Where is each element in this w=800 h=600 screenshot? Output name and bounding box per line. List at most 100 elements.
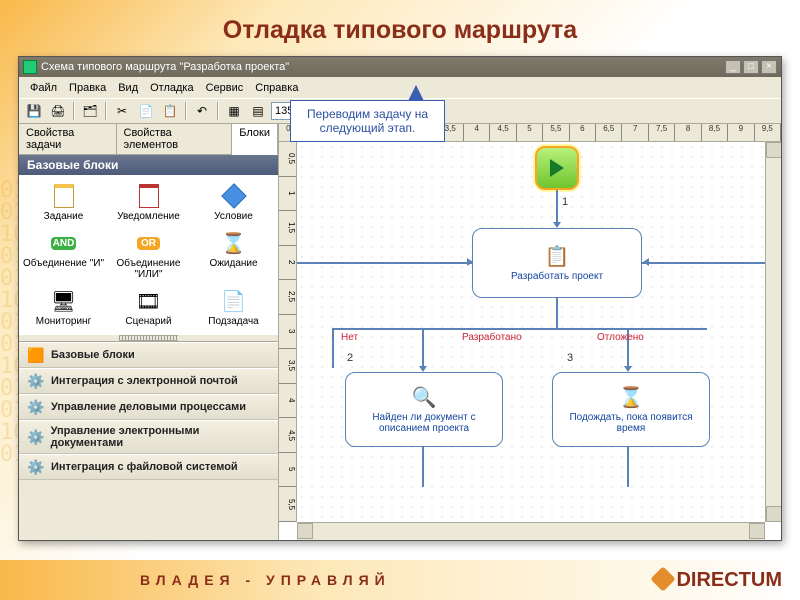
layout-icon[interactable]: ▤ [247,101,269,121]
node-label: Подождать, пока появится [569,412,692,423]
edge [422,328,424,368]
diagram-canvas[interactable]: 1 Разработать проект [297,142,765,522]
edge-num-3: 3 [567,352,573,364]
node-develop[interactable]: Разработать проект [472,228,642,298]
categories: 🟧Базовые блоки ⚙️Интеграция с электронно… [19,341,278,540]
edge-num-1: 1 [562,196,568,208]
scroll-right-icon[interactable] [749,523,765,539]
palette-monitor[interactable]: Мониторинг [21,286,106,329]
start-node[interactable] [535,146,579,190]
task-icon [54,184,74,208]
film-icon [134,288,164,314]
cut-icon[interactable]: ✂ [111,101,133,121]
cat-email[interactable]: ⚙️Интеграция с электронной почтой [19,368,278,394]
edge-defer: Отложено [597,332,644,343]
palette-subtask[interactable]: Подзадача [191,286,276,329]
clipboard-icon [545,244,570,269]
cat-fs[interactable]: ⚙️Интеграция с файловой системой [19,454,278,480]
node-label: время [617,423,646,434]
scroll-down-icon[interactable] [766,506,781,522]
edge [332,328,707,330]
gear-icon: ⚙️ [27,459,45,475]
tab-elem-props[interactable]: Свойства элементов [117,124,233,154]
gear-icon: ⚙️ [27,399,45,415]
edge-no: Нет [341,332,358,343]
tab-blocks[interactable]: Блоки [232,124,278,155]
paste-icon[interactable]: 📋 [159,101,181,121]
gear-icon: ⚙️ [27,429,45,445]
arrow-left-icon [643,258,649,266]
cubes-icon: 🟧 [27,347,45,363]
maximize-button[interactable]: □ [743,60,759,74]
align-icon[interactable]: ▦ [223,101,245,121]
menu-file[interactable]: Файл [25,80,62,96]
edge [642,262,765,264]
node-doc-found[interactable]: Найден ли документ с описанием проекта [345,372,503,447]
close-button[interactable]: × [761,60,777,74]
app-icon [23,60,37,74]
cat-bpm[interactable]: ⚙️Управление деловыми процессами [19,394,278,420]
edge-num-2: 2 [347,352,353,364]
brand-logo: DIRECTUM [654,569,782,592]
palette-task[interactable]: Задание [21,181,106,224]
diamond-icon [221,183,246,208]
palette-title: Базовые блоки [19,155,278,175]
copy-icon[interactable]: 📄 [135,101,157,121]
subtask-icon [219,288,249,314]
palette-and[interactable]: ANDОбъединение "И" [21,228,106,282]
edge [332,328,334,368]
monitor-icon [49,288,79,314]
scroll-up-icon[interactable] [766,142,781,158]
minimize-button[interactable]: _ [725,60,741,74]
palette-or[interactable]: ORОбъединение "ИЛИ" [106,228,191,282]
gear-icon: ⚙️ [27,373,45,389]
palette-icon[interactable]: 🗂 [79,101,101,121]
magnifier-icon [412,385,437,410]
edge-done: Разработано [462,332,522,343]
edge [556,190,558,224]
node-label: Разработать проект [511,271,603,282]
hourglass-icon [619,385,644,410]
sidebar-tabs: Свойства задачи Свойства элементов Блоки [19,124,278,155]
undo-icon[interactable]: ↶ [191,101,213,121]
menu-edit[interactable]: Правка [64,80,111,96]
edge [556,298,558,328]
cat-basic[interactable]: 🟧Базовые блоки [19,342,278,368]
node-label: Найден ли документ с [372,412,475,423]
menu-help[interactable]: Справка [250,80,303,96]
hourglass-icon [219,230,249,256]
callout-text: следующий этап. [297,121,438,135]
print-icon[interactable]: 🖨 [47,101,69,121]
menu-view[interactable]: Вид [113,80,143,96]
menubar: Файл Правка Вид Отладка Сервис Справка [19,77,781,98]
tagline: ВЛАДЕЯ - УПРАВЛЯЙ [140,572,391,588]
save-icon[interactable]: 💾 [23,101,45,121]
window-title: Схема типового маршрута "Разработка прое… [41,61,289,73]
cat-edoc[interactable]: ⚙️Управление электронными документами [19,420,278,454]
node-wait[interactable]: Подождать, пока появится время [552,372,710,447]
palette-grid: Задание Уведомление Условие ANDОбъединен… [19,175,278,335]
footer: ВЛАДЕЯ - УПРАВЛЯЙ DIRECTUM [0,560,800,600]
callout-text: Переводим задачу на [297,107,438,121]
edge [422,447,424,487]
scroll-left-icon[interactable] [297,523,313,539]
sidebar: Свойства задачи Свойства элементов Блоки… [19,124,279,540]
menu-service[interactable]: Сервис [201,80,249,96]
directum-icon [651,566,676,591]
debug-callout: Переводим задачу на следующий этап. [290,100,445,142]
and-icon: AND [51,237,77,250]
edge [627,447,629,487]
palette-notice[interactable]: Уведомление [106,181,191,224]
palette-condition[interactable]: Условие [191,181,276,224]
node-label: описанием проекта [379,423,469,434]
or-icon: OR [137,237,160,250]
tab-task-props[interactable]: Свойства задачи [19,124,117,154]
ruler-vertical: 0,511,522,533,544,555,5 [279,142,297,522]
menu-debug[interactable]: Отладка [145,80,198,96]
notice-icon [139,184,159,208]
arrow-right-icon [467,258,473,266]
scrollbar-horizontal[interactable] [297,522,765,540]
scrollbar-vertical[interactable] [765,142,781,522]
palette-wait[interactable]: Ожидание [191,228,276,282]
palette-script[interactable]: Сценарий [106,286,191,329]
